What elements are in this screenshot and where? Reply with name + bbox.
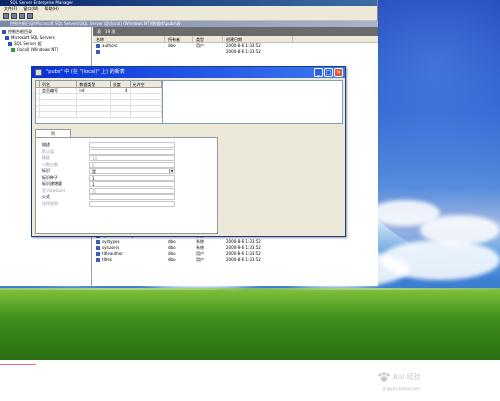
column-header-name[interactable]: 名称 <box>93 36 165 42</box>
table-icon <box>96 240 100 244</box>
dialog-title: "pubs" 中 (在 "(local)" 上) 的新表 <box>46 69 125 75</box>
grid-cell-allow-null[interactable] <box>131 88 163 93</box>
menu-file[interactable]: 文件(F) <box>4 6 17 12</box>
precision-field: 10 <box>89 155 175 162</box>
property-collation: 排序规则 <box>42 200 211 208</box>
identity-seed-field[interactable]: 1 <box>89 174 175 181</box>
identity-increment-field[interactable]: 1 <box>89 181 175 188</box>
list-pane-header: 表 19 项 <box>93 27 378 36</box>
menu-help[interactable]: 帮助(H) <box>45 6 59 12</box>
column-header-date[interactable]: 创建日期 <box>223 36 293 42</box>
close-button[interactable]: × <box>334 68 343 77</box>
server-group-icon <box>5 36 9 40</box>
table-icon <box>96 44 100 48</box>
collation-field <box>89 200 175 207</box>
server-group-icon <box>8 42 12 46</box>
list-header: 名称 所有者 类型 创建日期 <box>93 36 378 43</box>
baidu-watermark: Bai 经验 <box>377 372 421 382</box>
column-header-owner[interactable]: 所有者 <box>165 36 193 42</box>
grid-empty-area <box>163 80 343 124</box>
folder-icon <box>2 30 6 34</box>
main-toolbar <box>0 12 377 21</box>
identity-select[interactable]: 是 ▼ <box>89 168 175 175</box>
dialog-title-bar[interactable]: "pubs" 中 (在 "(local)" 上) 的新表 _ □ × <box>32 67 345 78</box>
table-icon <box>96 246 100 250</box>
rowguid-field: 否 <box>89 187 175 194</box>
bottom-strip <box>0 360 500 401</box>
minimize-button[interactable]: _ <box>314 68 323 77</box>
grid-row-empty[interactable] <box>36 112 162 118</box>
maximize-button[interactable]: □ <box>324 68 333 77</box>
table-design-icon <box>35 69 42 76</box>
properties-icon[interactable] <box>19 13 25 19</box>
column-properties: 描述 默认值 精度 10 小数位数 0 标识 是 ▼ 标识种子 1 标识递增量 <box>35 137 218 234</box>
grid-cell-length[interactable]: 4 <box>111 88 131 93</box>
table-row[interactable]: 2000-8-6 1:33:52 <box>93 49 378 55</box>
tab-columns[interactable]: 列 <box>35 129 71 137</box>
server-icon <box>11 48 15 52</box>
tree-item-local-server[interactable]: (local) (Windows NT) <box>2 47 89 53</box>
table-icon <box>96 252 100 256</box>
property-tabs: 列 <box>35 129 71 137</box>
grid-header: 列名 数据类型 长度 允许空 <box>36 81 162 88</box>
list-pane-label: 表 <box>97 28 101 34</box>
table-icon <box>96 50 100 54</box>
grid-header-column-name: 列名 <box>40 81 78 87</box>
new-window-icon[interactable] <box>11 13 17 19</box>
grid-cell-data-type[interactable]: int <box>77 88 111 93</box>
save-icon[interactable] <box>3 13 9 19</box>
help-icon[interactable] <box>27 13 33 19</box>
scale-field: 0 <box>89 161 175 168</box>
grid-header-length: 长度 <box>111 81 131 87</box>
grid-header-allow-null: 允许空 <box>131 81 162 87</box>
grid-header-data-type: 数据类型 <box>77 81 111 87</box>
column-grid: 列名 数据类型 长度 允许空 会员编号 int 4 <box>35 80 163 124</box>
default-value-field[interactable] <box>89 148 175 155</box>
menu-window[interactable]: 窗口(W) <box>23 6 38 12</box>
watermark-url: jingyan.baidu.com <box>383 386 420 391</box>
grid-cell-column-name[interactable]: 会员编号 <box>40 88 78 93</box>
formula-field[interactable] <box>89 194 175 201</box>
table-icon <box>96 258 100 262</box>
pink-divider <box>0 364 36 365</box>
column-header-type[interactable]: 类型 <box>193 36 223 42</box>
chevron-down-icon[interactable]: ▼ <box>169 169 174 174</box>
description-field[interactable] <box>89 142 175 149</box>
table-row[interactable]: titles dbo 用户 2000-8-6 1:33:52 <box>93 257 378 263</box>
new-table-dialog: "pubs" 中 (在 "(local)" 上) 的新表 _ □ × 列名 数据… <box>31 66 346 237</box>
list-pane-count: 19 项 <box>105 28 116 34</box>
grass-field <box>0 290 500 360</box>
baidu-paw-icon <box>378 372 390 382</box>
